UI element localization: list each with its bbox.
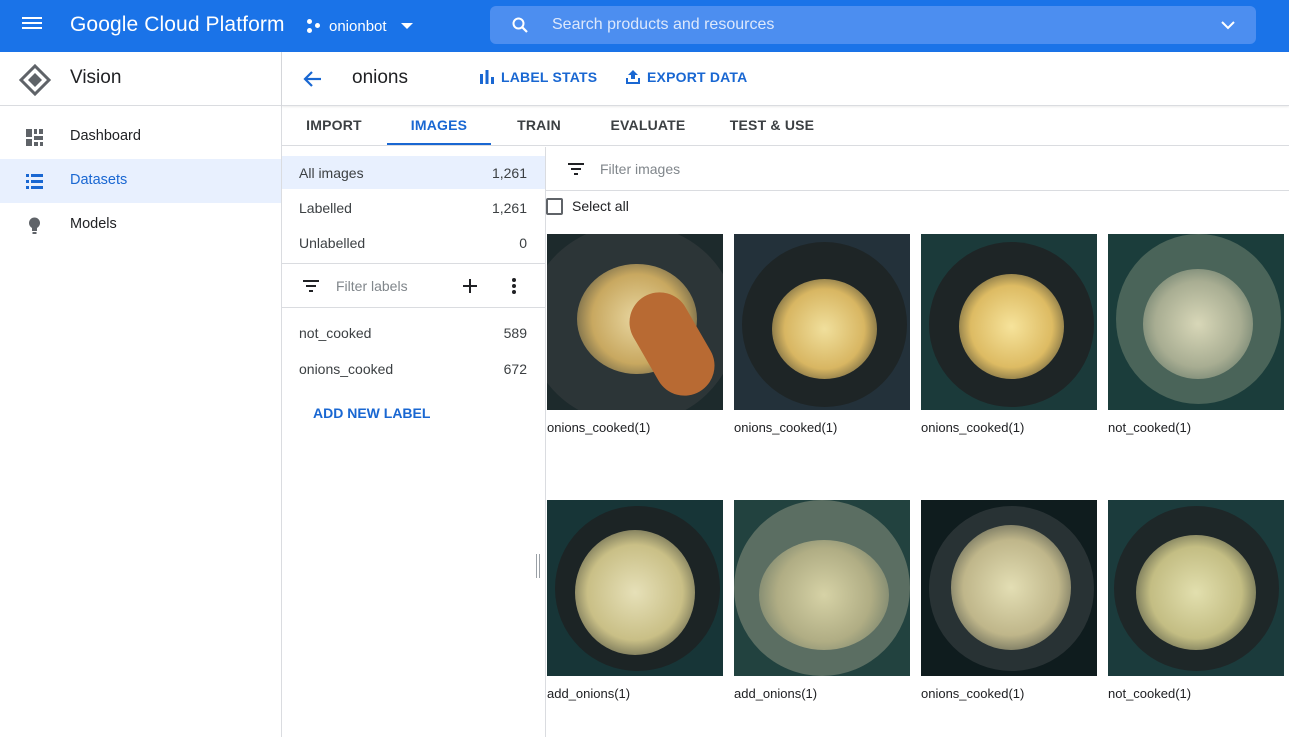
image-caption: not_cooked(1) bbox=[1108, 420, 1192, 435]
label-stats-label: LABEL STATS bbox=[501, 69, 598, 85]
image-thumbnail[interactable] bbox=[1108, 500, 1284, 676]
image-thumbnail[interactable] bbox=[547, 500, 723, 676]
image-caption: onions_cooked(1) bbox=[734, 420, 838, 435]
dashboard-icon bbox=[26, 129, 43, 146]
sidebar-item-label: Models bbox=[70, 216, 117, 232]
project-icon bbox=[306, 18, 322, 34]
filter-count: 1,261 bbox=[491, 165, 527, 181]
filter-name: Unlabelled bbox=[299, 235, 366, 251]
search-input[interactable] bbox=[552, 12, 1192, 38]
image-thumbnail[interactable] bbox=[547, 234, 723, 410]
export-data-button[interactable]: EXPORT DATA bbox=[625, 69, 747, 85]
image-thumbnail[interactable] bbox=[734, 234, 910, 410]
checkbox[interactable] bbox=[546, 197, 563, 215]
label-item-not-cooked[interactable]: not_cooked 589 bbox=[282, 316, 545, 349]
filter-labels-input[interactable] bbox=[336, 276, 456, 296]
bar-chart-icon bbox=[480, 70, 494, 84]
label-count: 672 bbox=[503, 361, 527, 377]
dataset-header: onions LABEL STATS EXPORT DATA bbox=[282, 52, 1289, 106]
product-header: Vision bbox=[0, 52, 281, 106]
tab-bar: IMPORT IMAGES TRAIN EVALUATE TEST & USE bbox=[282, 106, 1289, 146]
sidebar-item-label: Datasets bbox=[70, 172, 128, 188]
image-caption: add_onions(1) bbox=[734, 686, 818, 701]
export-data-label: EXPORT DATA bbox=[647, 69, 748, 85]
list-icon bbox=[26, 174, 43, 189]
filter-icon bbox=[568, 163, 584, 175]
filter-name: Labelled bbox=[299, 200, 352, 216]
filter-count: 0 bbox=[519, 235, 527, 251]
filter-images-input[interactable] bbox=[600, 159, 900, 179]
image-thumbnail[interactable] bbox=[921, 234, 1097, 410]
vision-logo-icon bbox=[18, 63, 52, 97]
label-stats-button[interactable]: LABEL STATS bbox=[479, 69, 597, 85]
select-all-label: Select all bbox=[572, 198, 629, 214]
search-icon bbox=[512, 17, 528, 33]
tab-images[interactable]: IMAGES bbox=[387, 106, 491, 145]
filter-unlabelled[interactable]: Unlabelled 0 bbox=[282, 226, 545, 259]
image-caption: add_onions(1) bbox=[547, 686, 631, 701]
divider bbox=[282, 307, 545, 308]
image-thumbnail[interactable] bbox=[1108, 234, 1284, 410]
panel-resize-handle[interactable] bbox=[536, 554, 540, 578]
product-title: Vision bbox=[70, 67, 122, 88]
back-arrow-icon[interactable] bbox=[302, 68, 324, 90]
filter-icon bbox=[303, 280, 319, 292]
lightbulb-icon bbox=[29, 217, 40, 234]
image-caption: not_cooked(1) bbox=[1108, 686, 1192, 701]
hamburger-menu-icon[interactable] bbox=[22, 15, 46, 37]
brand-title[interactable]: Google Cloud Platform bbox=[70, 13, 285, 37]
select-all-checkbox[interactable]: Select all bbox=[546, 196, 629, 216]
filter-name: All images bbox=[299, 165, 364, 181]
top-bar: Google Cloud Platform onionbot bbox=[0, 0, 1289, 52]
label-count: 589 bbox=[503, 325, 527, 341]
dropdown-caret-icon bbox=[400, 23, 413, 29]
image-caption: onions_cooked(1) bbox=[921, 420, 1025, 435]
label-name: not_cooked bbox=[299, 325, 372, 341]
sidebar-item-datasets[interactable]: Datasets bbox=[0, 159, 281, 203]
project-selector[interactable]: onionbot bbox=[306, 13, 413, 39]
main-content: onions LABEL STATS EXPORT DATA IMPORT IM… bbox=[282, 52, 1289, 737]
image-caption: onions_cooked(1) bbox=[921, 686, 1025, 701]
upload-icon bbox=[626, 70, 640, 84]
tab-train[interactable]: TRAIN bbox=[500, 106, 578, 145]
search-bar[interactable] bbox=[490, 6, 1256, 44]
left-navigation: Vision Dashboard Datasets Models bbox=[0, 52, 282, 737]
tab-test-and-use[interactable]: TEST & USE bbox=[718, 106, 826, 145]
sidebar-item-models[interactable]: Models bbox=[0, 203, 281, 247]
add-new-label-button[interactable]: ADD NEW LABEL bbox=[313, 405, 430, 421]
more-vert-icon[interactable] bbox=[504, 276, 524, 296]
chevron-down-icon[interactable] bbox=[1220, 17, 1236, 33]
image-thumbnail[interactable] bbox=[921, 500, 1097, 676]
dataset-name: onions bbox=[352, 67, 408, 88]
label-item-onions-cooked[interactable]: onions_cooked 672 bbox=[282, 352, 545, 385]
label-name: onions_cooked bbox=[299, 361, 394, 377]
tab-import[interactable]: IMPORT bbox=[286, 106, 382, 145]
project-name: onionbot bbox=[329, 17, 387, 35]
filter-labels-bar bbox=[282, 264, 545, 308]
filter-count: 1,261 bbox=[491, 200, 527, 216]
filter-images-bar bbox=[546, 147, 1289, 191]
image-thumbnail[interactable] bbox=[734, 500, 910, 676]
sidebar-item-dashboard[interactable]: Dashboard bbox=[0, 115, 281, 159]
sidebar-item-label: Dashboard bbox=[70, 128, 141, 144]
tab-evaluate[interactable]: EVALUATE bbox=[600, 106, 696, 145]
filter-labelled[interactable]: Labelled 1,261 bbox=[282, 191, 545, 224]
images-panel: Select all onions_cooked(1) onions_cooke… bbox=[546, 147, 1289, 737]
labels-panel: All images 1,261 Labelled 1,261 Unlabell… bbox=[282, 147, 546, 737]
add-icon[interactable] bbox=[460, 276, 480, 296]
image-caption: onions_cooked(1) bbox=[547, 420, 651, 435]
filter-all-images[interactable]: All images 1,261 bbox=[282, 156, 545, 189]
